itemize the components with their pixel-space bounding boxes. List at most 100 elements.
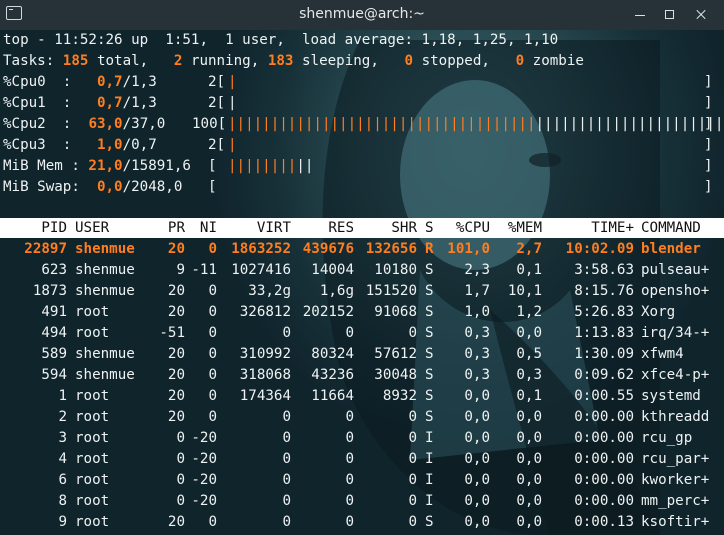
process-row[interactable]: 1 root 20 0 174364 11664 8932 S 0,0 0,1 0:00.55 sys… xyxy=(0,386,724,407)
cell-shr: 0 xyxy=(408,409,417,425)
cell-cpu: 1,0 xyxy=(464,304,490,320)
cell-res: 80324 xyxy=(311,346,354,362)
cpu0-total: 2[ xyxy=(208,74,226,90)
tasks-line: Tasks: 185 total, 2 running, 183 sleepin… xyxy=(3,51,584,72)
cell-virt: 310992 xyxy=(239,346,291,362)
cell-command: blender xyxy=(641,241,701,257)
cell-mem: 0,0 xyxy=(516,430,542,446)
tasks-stopped-label: stopped, xyxy=(421,53,490,69)
cell-shr: 0 xyxy=(408,430,417,446)
cell-user: shenmue xyxy=(75,262,135,278)
process-row[interactable]: 494 root -51 0 0 0 0 S 0,3 0,0 1:13.83 irq/34-+ xyxy=(0,323,724,344)
process-row[interactable]: 9 root 20 0 0 0 0 S 0,0 0,0 0:00.13 ksoftir+ xyxy=(0,512,724,533)
cell-time: 0:09.62 xyxy=(574,367,634,383)
process-row[interactable]: 491 root 20 0 326812 202152 91068 S 1,0 1,2 5:26.8… xyxy=(0,302,724,323)
cell-state: I xyxy=(425,493,434,509)
window-title: shenmue@arch:~ xyxy=(299,6,425,22)
cell-state: R xyxy=(425,241,434,257)
minimize-button[interactable] xyxy=(630,5,650,25)
cell-mem: 0,3 xyxy=(516,367,542,383)
cell-mem: 10,1 xyxy=(507,283,542,299)
process-row[interactable]: 4 root 0 -20 0 0 0 I 0,0 0,0 0:00.00 rcu_par+ xyxy=(0,449,724,470)
terminal-window: shenmue@arch:~ top - 11:52:26 up 1:51, 1… xyxy=(0,0,724,535)
process-row[interactable]: 594 shenmue 20 0 318068 43236 30048 S 0,3 0,3 0:09… xyxy=(0,365,724,386)
cell-time: 0:00.00 xyxy=(574,409,634,425)
title-bar[interactable]: shenmue@arch:~ xyxy=(0,0,724,30)
col-mem: %MEM xyxy=(507,220,542,236)
cell-ni: 0 xyxy=(208,409,217,425)
cell-res: 0 xyxy=(345,514,354,530)
cell-time: 1:30.09 xyxy=(574,346,634,362)
cell-shr: 0 xyxy=(408,451,417,467)
cell-pid: 2 xyxy=(58,409,67,425)
cell-user: root xyxy=(75,388,110,404)
cell-res: 11664 xyxy=(311,388,354,404)
cell-command: opensho+ xyxy=(641,283,710,299)
cell-ni: -20 xyxy=(191,430,217,446)
maximize-button[interactable] xyxy=(660,5,680,25)
cell-virt: 174364 xyxy=(239,388,291,404)
cell-ni: 0 xyxy=(208,388,217,404)
cell-mem: 1,2 xyxy=(516,304,542,320)
cell-state: I xyxy=(425,472,434,488)
cell-cpu: 0,0 xyxy=(464,409,490,425)
process-row[interactable]: 6 root 0 -20 0 0 0 I 0,0 0,0 0:00.00 kworker+ xyxy=(0,470,724,491)
top-output[interactable]: top - 11:52:26 up 1:51, 1 user, load ave… xyxy=(0,30,724,535)
cell-mem: 0,1 xyxy=(516,388,542,404)
cell-pr: 20 xyxy=(167,367,185,383)
cell-res: 0 xyxy=(345,451,354,467)
cell-res: 0 xyxy=(345,493,354,509)
cpu0-label: %Cpu0 : xyxy=(3,74,72,90)
process-row[interactable]: 22897 shenmue 20 0 1863252 439676 132656 R 101,0… xyxy=(0,239,724,260)
cell-state: S xyxy=(425,409,434,425)
cell-mem: 0,0 xyxy=(516,409,542,425)
cell-shr: 57612 xyxy=(374,346,417,362)
process-row[interactable]: 1873 shenmue 20 0 33,2g 1,6g 151520 S 1,7 10,1 8:1… xyxy=(0,281,724,302)
col-shr: SHR xyxy=(391,220,417,236)
col-state: S xyxy=(425,220,434,236)
process-row[interactable]: 2 root 20 0 0 0 0 S 0,0 0,0 0:00.00 kthreadd xyxy=(0,407,724,428)
cell-pid: 3 xyxy=(58,430,67,446)
cell-pr: 20 xyxy=(167,346,185,362)
cell-time: 1:13.83 xyxy=(574,325,634,341)
cpu0-line: %Cpu0 : 0,7/1,3 xyxy=(3,72,157,93)
cell-mem: 0,0 xyxy=(516,325,542,341)
cell-virt: 0 xyxy=(282,409,291,425)
cell-res: 0 xyxy=(345,430,354,446)
mem-label: MiB Mem : xyxy=(3,158,80,174)
cell-state: I xyxy=(425,451,434,467)
cell-cpu: 0,0 xyxy=(464,472,490,488)
cpu3-total: 2[ xyxy=(208,137,226,153)
cell-pid: 22897 xyxy=(24,241,67,257)
cell-time: 0:00.13 xyxy=(574,514,634,530)
tasks-total-label: total, xyxy=(96,53,149,69)
cpu3-label: %Cpu3 : xyxy=(3,137,72,153)
cpu2-bar: ||||||||||||||||||||||||||||||||||||||||… xyxy=(228,116,724,132)
cpu2-label: %Cpu2 : xyxy=(3,116,72,132)
uptime-line: top - 11:52:26 up 1:51, 1 user, load ave… xyxy=(3,32,559,48)
cell-pr: 20 xyxy=(167,241,185,257)
cell-cpu: 0,0 xyxy=(464,430,490,446)
cell-state: S xyxy=(425,262,434,278)
cell-user: root xyxy=(75,514,110,530)
close-button[interactable] xyxy=(691,5,711,25)
cell-pr: 0 xyxy=(176,430,185,446)
cell-pid: 589 xyxy=(41,346,67,362)
cell-shr: 0 xyxy=(408,325,417,341)
cell-cpu: 101,0 xyxy=(447,241,490,257)
cell-user: shenmue xyxy=(75,346,135,362)
cell-ni: -20 xyxy=(191,472,217,488)
process-row[interactable]: 8 root 0 -20 0 0 0 I 0,0 0,0 0:00.00 mm_perc+ xyxy=(0,491,724,512)
cpu1-user: 0,7 xyxy=(96,95,123,111)
cell-time: 0:00.00 xyxy=(574,430,634,446)
cell-user: shenmue xyxy=(75,283,135,299)
cell-user: root xyxy=(75,493,110,509)
tasks-stopped: 0 xyxy=(404,53,414,69)
cell-pr: 20 xyxy=(167,283,185,299)
cell-res: 0 xyxy=(345,325,354,341)
cell-shr: 10180 xyxy=(374,262,417,278)
process-row[interactable]: 3 root 0 -20 0 0 0 I 0,0 0,0 0:00.00 rcu_gp xyxy=(0,428,724,449)
cell-pid: 623 xyxy=(41,262,67,278)
process-row[interactable]: 623 shenmue 9 -11 1027416 14004 10180 S 2,3 0,1 3:… xyxy=(0,260,724,281)
process-row[interactable]: 589 shenmue 20 0 310992 80324 57612 S 0,3 0,5 1:30… xyxy=(0,344,724,365)
